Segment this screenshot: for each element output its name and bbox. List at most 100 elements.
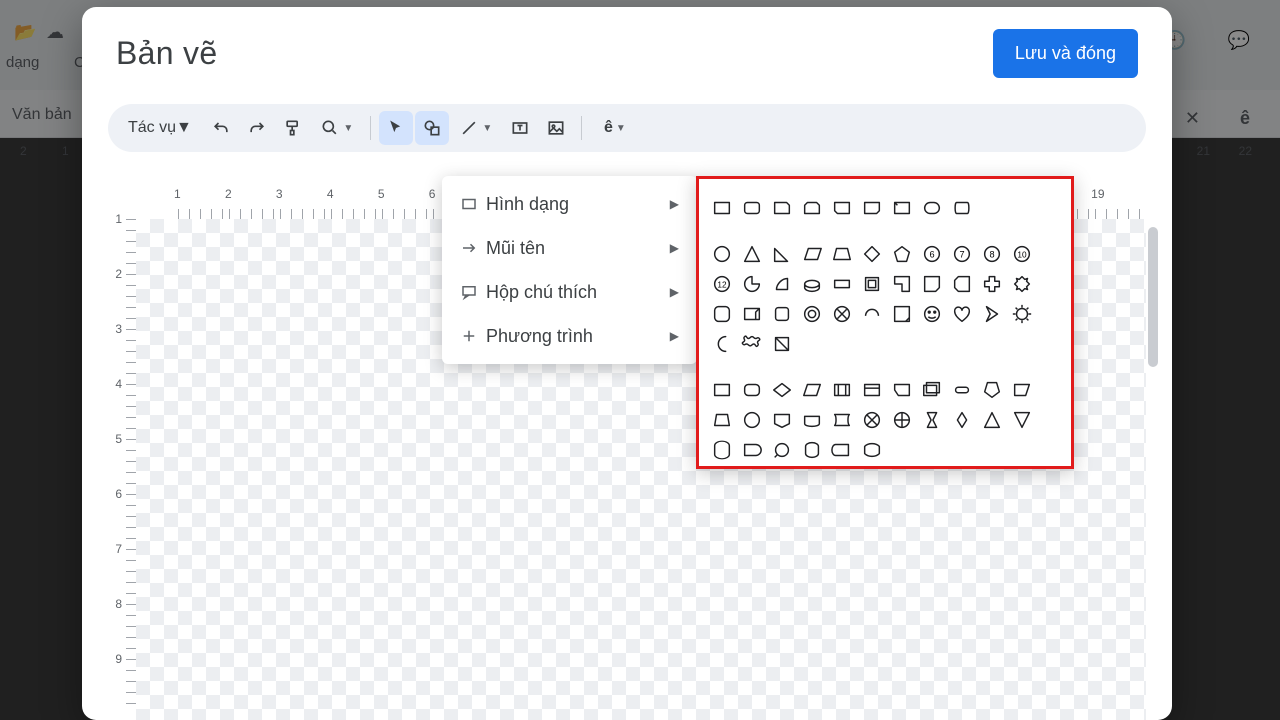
shape-option[interactable] bbox=[887, 375, 917, 405]
shape-option[interactable] bbox=[767, 239, 797, 269]
shape-option[interactable] bbox=[797, 435, 827, 465]
shape-option[interactable] bbox=[797, 193, 827, 223]
shape-option[interactable] bbox=[917, 269, 947, 299]
shape-option[interactable]: 8 bbox=[977, 239, 1007, 269]
shape-option[interactable] bbox=[767, 269, 797, 299]
shape-option[interactable] bbox=[857, 269, 887, 299]
shape-option[interactable] bbox=[947, 193, 977, 223]
shape-option[interactable] bbox=[797, 239, 827, 269]
shape-option[interactable] bbox=[767, 329, 797, 359]
shape-option[interactable] bbox=[977, 405, 1007, 435]
shape-option[interactable] bbox=[737, 405, 767, 435]
shape-option[interactable] bbox=[917, 299, 947, 329]
shape-option[interactable] bbox=[1007, 375, 1037, 405]
shape-option[interactable] bbox=[917, 405, 947, 435]
shape-option[interactable] bbox=[857, 405, 887, 435]
vertical-ruler: 123456789 bbox=[108, 219, 136, 720]
image-tool[interactable] bbox=[539, 111, 573, 145]
save-and-close-button[interactable]: Lưu và đóng bbox=[993, 29, 1138, 78]
shape-option[interactable] bbox=[887, 299, 917, 329]
menu-item-shapes[interactable]: Hình dạng ▶ bbox=[442, 182, 697, 226]
shape-option[interactable] bbox=[767, 435, 797, 465]
scrollbar-thumb[interactable] bbox=[1148, 227, 1158, 367]
shape-option[interactable] bbox=[707, 375, 737, 405]
shape-option[interactable] bbox=[707, 193, 737, 223]
shape-option[interactable] bbox=[977, 269, 1007, 299]
rectangle-icon bbox=[460, 195, 486, 213]
shape-option[interactable] bbox=[857, 193, 887, 223]
menu-item-arrows[interactable]: Mũi tên ▶ bbox=[442, 226, 697, 270]
shape-option[interactable] bbox=[827, 405, 857, 435]
shape-option[interactable] bbox=[707, 239, 737, 269]
shape-option[interactable]: 10 bbox=[1007, 239, 1037, 269]
line-tool[interactable]: ▼ bbox=[451, 111, 501, 145]
shape-option[interactable] bbox=[797, 269, 827, 299]
chevron-right-icon: ▶ bbox=[670, 241, 679, 255]
menu-item-equation[interactable]: Phương trình ▶ bbox=[442, 314, 697, 358]
redo-button[interactable] bbox=[240, 111, 274, 145]
shape-option[interactable] bbox=[767, 375, 797, 405]
shape-option[interactable] bbox=[827, 299, 857, 329]
actions-label: Tác vụ bbox=[128, 119, 176, 137]
shape-option[interactable] bbox=[977, 375, 1007, 405]
shape-option[interactable] bbox=[917, 375, 947, 405]
paint-format-button[interactable] bbox=[276, 111, 310, 145]
zoom-button[interactable]: ▼ bbox=[312, 111, 362, 145]
shape-option[interactable] bbox=[737, 329, 767, 359]
menu-item-label: Mũi tên bbox=[486, 238, 545, 259]
shape-option[interactable] bbox=[887, 193, 917, 223]
shape-option[interactable] bbox=[737, 299, 767, 329]
shape-option[interactable] bbox=[707, 299, 737, 329]
menu-item-label: Phương trình bbox=[486, 326, 593, 347]
shape-option[interactable]: 6 bbox=[917, 239, 947, 269]
shape-option[interactable] bbox=[887, 405, 917, 435]
shape-option[interactable] bbox=[707, 435, 737, 465]
shape-option[interactable] bbox=[917, 193, 947, 223]
svg-text:8: 8 bbox=[989, 250, 994, 260]
shape-option[interactable] bbox=[827, 239, 857, 269]
shape-option[interactable] bbox=[857, 299, 887, 329]
shape-option[interactable] bbox=[827, 435, 857, 465]
undo-button[interactable] bbox=[204, 111, 238, 145]
shape-tool[interactable] bbox=[415, 111, 449, 145]
shape-option[interactable] bbox=[737, 269, 767, 299]
select-tool[interactable] bbox=[379, 111, 413, 145]
shape-option[interactable] bbox=[947, 375, 977, 405]
shape-option[interactable] bbox=[827, 375, 857, 405]
shape-option[interactable] bbox=[737, 193, 767, 223]
shape-option[interactable] bbox=[947, 269, 977, 299]
shape-option[interactable] bbox=[947, 405, 977, 435]
shape-option[interactable] bbox=[857, 239, 887, 269]
shape-option[interactable] bbox=[827, 193, 857, 223]
shape-option[interactable] bbox=[1007, 269, 1037, 299]
shape-option[interactable] bbox=[767, 299, 797, 329]
shape-option[interactable] bbox=[707, 405, 737, 435]
shape-option[interactable] bbox=[947, 299, 977, 329]
shape-option[interactable] bbox=[857, 375, 887, 405]
shape-option[interactable] bbox=[767, 193, 797, 223]
svg-text:6: 6 bbox=[929, 250, 934, 260]
shape-option[interactable] bbox=[887, 239, 917, 269]
menu-item-label: Hình dạng bbox=[486, 194, 569, 215]
shape-option[interactable] bbox=[707, 329, 737, 359]
more-tool[interactable]: ê▼ bbox=[590, 111, 640, 145]
shape-option[interactable] bbox=[737, 375, 767, 405]
textbox-tool[interactable] bbox=[503, 111, 537, 145]
shape-option[interactable]: 7 bbox=[947, 239, 977, 269]
shape-option[interactable] bbox=[1007, 299, 1037, 329]
shape-option[interactable] bbox=[737, 239, 767, 269]
menu-item-callouts[interactable]: Hộp chú thích ▶ bbox=[442, 270, 697, 314]
actions-menu-button[interactable]: Tác vụ▼ bbox=[118, 111, 202, 145]
shape-option[interactable] bbox=[1007, 405, 1037, 435]
shape-option[interactable] bbox=[977, 299, 1007, 329]
shape-option[interactable] bbox=[827, 269, 857, 299]
shape-option[interactable] bbox=[737, 435, 767, 465]
shape-option[interactable] bbox=[797, 375, 827, 405]
shape-option[interactable] bbox=[797, 405, 827, 435]
shape-option[interactable] bbox=[767, 405, 797, 435]
shape-option[interactable]: 12 bbox=[707, 269, 737, 299]
callout-icon bbox=[460, 283, 486, 301]
shape-option[interactable] bbox=[857, 435, 887, 465]
shape-option[interactable] bbox=[887, 269, 917, 299]
shape-option[interactable] bbox=[797, 299, 827, 329]
